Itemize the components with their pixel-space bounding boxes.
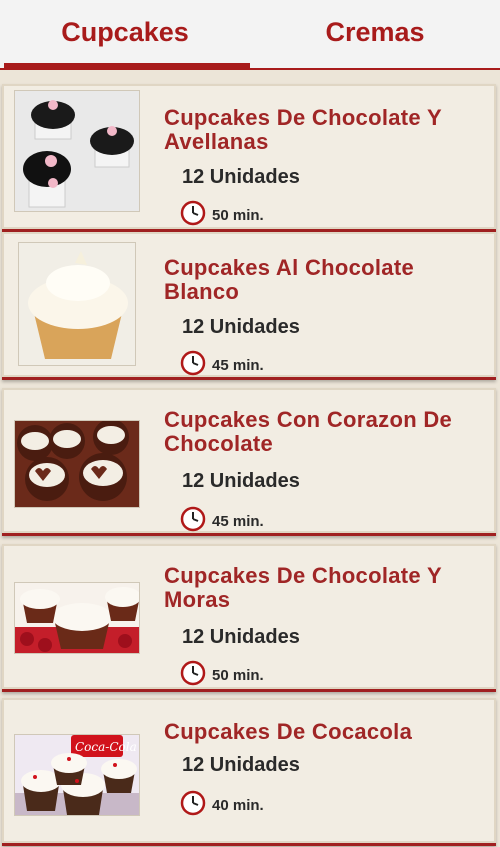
- tab-selected-indicator: [4, 63, 250, 70]
- recipe-title: Cupcakes De Chocolate Y Moras: [164, 563, 442, 612]
- clock-icon: [180, 200, 206, 231]
- recipe-card[interactable]: Coca-Cola Cupcakes De Cocacola 12 Unidad…: [2, 698, 496, 846]
- recipe-units: 12 Unidades: [182, 470, 300, 492]
- recipe-time: 45 min.: [180, 506, 264, 537]
- recipe-time-text: 50 min.: [212, 667, 264, 684]
- recipe-card[interactable]: Cupcakes Al Chocolate Blanco 12 Unidades…: [2, 232, 496, 380]
- recipe-time: 50 min.: [180, 200, 264, 231]
- recipe-title: Cupcakes De Chocolate Y Avellanas: [164, 105, 442, 154]
- recipe-units: 12 Unidades: [182, 316, 300, 338]
- recipe-title: Cupcakes De Cocacola: [164, 719, 413, 744]
- clock-icon: [180, 350, 206, 381]
- recipe-thumbnail: Coca-Cola: [14, 734, 140, 816]
- recipe-thumbnail: [14, 582, 140, 654]
- recipe-card[interactable]: Cupcakes De Chocolate Y Moras 12 Unidade…: [2, 544, 496, 692]
- svg-text:Coca-Cola: Coca-Cola: [75, 740, 137, 754]
- recipe-title: Cupcakes Al Chocolate Blanco: [164, 255, 414, 304]
- tab-bar: Cupcakes Cremas: [0, 0, 500, 70]
- recipe-card[interactable]: Cupcakes Con Corazon De Chocolate 12 Uni…: [2, 388, 496, 536]
- recipe-units: 12 Unidades: [182, 754, 300, 776]
- clock-icon: [180, 660, 206, 691]
- recipe-title: Cupcakes Con Corazon De Chocolate: [164, 407, 453, 456]
- clock-icon: [180, 790, 206, 821]
- recipe-units: 12 Unidades: [182, 626, 300, 648]
- recipe-time: 40 min.: [180, 790, 264, 821]
- recipe-time-text: 40 min.: [212, 797, 264, 814]
- clock-icon: [180, 506, 206, 537]
- recipe-time: 45 min.: [180, 350, 264, 381]
- tab-cremas[interactable]: Cremas: [250, 0, 500, 70]
- recipe-units: 12 Unidades: [182, 166, 300, 188]
- recipe-card[interactable]: Cupcakes De Chocolate Y Avellanas 12 Uni…: [2, 84, 496, 232]
- recipe-thumbnail: [14, 420, 140, 508]
- tab-cupcakes[interactable]: Cupcakes: [0, 0, 250, 70]
- recipe-time-text: 50 min.: [212, 207, 264, 224]
- recipe-thumbnail: [18, 242, 136, 366]
- recipe-time-text: 45 min.: [212, 513, 264, 530]
- recipe-thumbnail: [14, 90, 140, 212]
- recipe-time: 50 min.: [180, 660, 264, 691]
- recipe-time-text: 45 min.: [212, 357, 264, 374]
